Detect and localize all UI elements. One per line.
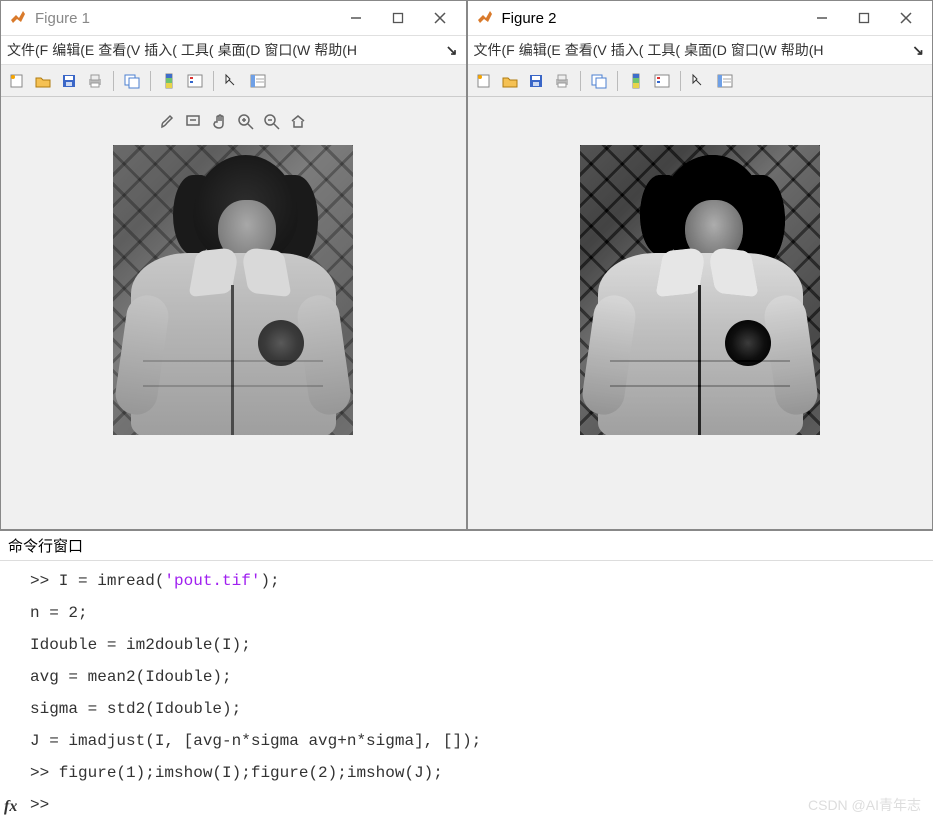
code-line: Idouble = im2double(I); (30, 629, 933, 661)
menubar: 文件(F 编辑(E 查看(V 插入( 工具( 桌面(D 窗口(W 帮助(H ↘ (1, 35, 466, 65)
open-property-inspector-icon[interactable] (246, 69, 270, 93)
insert-colorbar-icon[interactable] (157, 69, 181, 93)
minimize-button[interactable] (804, 4, 840, 32)
edit-plot-icon[interactable] (687, 69, 711, 93)
data-tips-icon[interactable] (185, 113, 203, 135)
toolbar-separator (680, 71, 681, 91)
menu-view[interactable]: 查看(V (96, 38, 142, 62)
new-figure-icon[interactable] (5, 69, 29, 93)
command-window: 命令行窗口 >> I = imread('pout.tif'); n = 2; … (0, 530, 933, 831)
figure-canvas[interactable] (1, 97, 466, 529)
save-icon[interactable] (524, 69, 548, 93)
code-string: 'pout.tif' (164, 572, 260, 590)
menu-window[interactable]: 窗口(W (729, 38, 779, 62)
toolbar (468, 65, 933, 97)
fx-icon[interactable]: fx (4, 791, 17, 823)
print-icon[interactable] (550, 69, 574, 93)
menu-help[interactable]: 帮助(H (312, 38, 359, 62)
menu-file[interactable]: 文件(F (472, 38, 517, 62)
watermark: CSDN @AI青年志 (808, 791, 921, 819)
window-title: Figure 1 (33, 10, 332, 27)
menu-insert[interactable]: 插入( (142, 38, 179, 62)
window-title: Figure 2 (500, 10, 799, 27)
matlab-logo-icon (476, 8, 494, 29)
close-button[interactable] (422, 4, 458, 32)
image-display-original (113, 145, 353, 435)
brush-icon[interactable] (159, 113, 177, 135)
code-text: ); (260, 572, 279, 590)
code-line: >> I = imread('pout.tif'); (30, 565, 933, 597)
insert-legend-icon[interactable] (650, 69, 674, 93)
pan-icon[interactable] (211, 113, 229, 135)
code-line: J = imadjust(I, [avg-n*sigma avg+n*sigma… (30, 725, 933, 757)
matlab-logo-icon (9, 8, 27, 29)
figure-canvas[interactable] (468, 97, 933, 529)
zoom-in-icon[interactable] (237, 113, 255, 135)
toolbar-separator (113, 71, 114, 91)
save-icon[interactable] (57, 69, 81, 93)
menu-tools[interactable]: 工具( (179, 38, 216, 62)
edit-plot-icon[interactable] (220, 69, 244, 93)
menu-help[interactable]: 帮助(H (779, 38, 826, 62)
insert-legend-icon[interactable] (183, 69, 207, 93)
code-line: >> (30, 789, 933, 821)
menu-view[interactable]: 查看(V (563, 38, 609, 62)
menu-file[interactable]: 文件(F (5, 38, 50, 62)
code-line: n = 2; (30, 597, 933, 629)
toolbar-separator (617, 71, 618, 91)
maximize-button[interactable] (846, 4, 882, 32)
toolbar (1, 65, 466, 97)
menu-desktop[interactable]: 桌面(D (216, 38, 263, 62)
command-window-title: 命令行窗口 (0, 531, 933, 561)
titlebar[interactable]: Figure 2 (468, 1, 933, 35)
toolbar-separator (213, 71, 214, 91)
open-property-inspector-icon[interactable] (713, 69, 737, 93)
menu-overflow-icon[interactable]: ↘ (442, 42, 462, 59)
axes-toolbar (159, 113, 307, 135)
link-axes-icon[interactable] (587, 69, 611, 93)
code-line: avg = mean2(Idouble); (30, 661, 933, 693)
figure-window-1: Figure 1 文件(F 编辑(E 查看(V 插入( 工具( 桌面(D 窗口(… (0, 0, 467, 530)
new-figure-icon[interactable] (472, 69, 496, 93)
menubar: 文件(F 编辑(E 查看(V 插入( 工具( 桌面(D 窗口(W 帮助(H ↘ (468, 35, 933, 65)
menu-window[interactable]: 窗口(W (262, 38, 312, 62)
minimize-button[interactable] (338, 4, 374, 32)
toolbar-separator (150, 71, 151, 91)
menu-overflow-icon[interactable]: ↘ (908, 42, 928, 59)
toolbar-separator (580, 71, 581, 91)
menu-desktop[interactable]: 桌面(D (682, 38, 729, 62)
code-text: >> I = imread( (30, 572, 164, 590)
code-line: >> figure(1);imshow(I);figure(2);imshow(… (30, 757, 933, 789)
insert-colorbar-icon[interactable] (624, 69, 648, 93)
restore-view-icon[interactable] (289, 113, 307, 135)
figure-window-2: Figure 2 文件(F 编辑(E 查看(V 插入( 工具( 桌面(D 窗口(… (467, 0, 933, 530)
titlebar[interactable]: Figure 1 (1, 1, 466, 35)
command-window-body[interactable]: >> I = imread('pout.tif'); n = 2; Idoubl… (0, 561, 933, 831)
code-line: sigma = std2(Idouble); (30, 693, 933, 725)
close-button[interactable] (888, 4, 924, 32)
menu-edit[interactable]: 编辑(E (50, 38, 96, 62)
zoom-out-icon[interactable] (263, 113, 281, 135)
link-axes-icon[interactable] (120, 69, 144, 93)
menu-tools[interactable]: 工具( (645, 38, 682, 62)
menu-insert[interactable]: 插入( (609, 38, 646, 62)
open-icon[interactable] (498, 69, 522, 93)
open-icon[interactable] (31, 69, 55, 93)
image-display-adjusted (580, 145, 820, 435)
maximize-button[interactable] (380, 4, 416, 32)
print-icon[interactable] (83, 69, 107, 93)
menu-edit[interactable]: 编辑(E (517, 38, 563, 62)
